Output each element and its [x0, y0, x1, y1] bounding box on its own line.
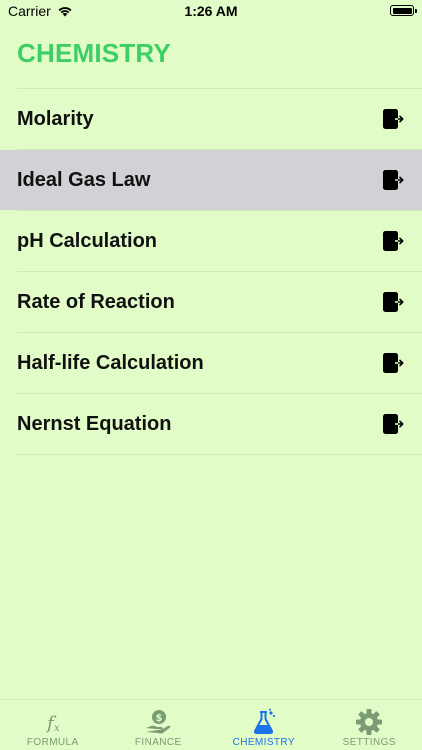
- list-item-nernst-equation[interactable]: Nernst Equation: [0, 394, 422, 454]
- list-item-rate-of-reaction[interactable]: Rate of Reaction: [0, 272, 422, 332]
- list-item-label: Half-life Calculation: [17, 351, 204, 374]
- list-separator: [17, 454, 422, 455]
- tab-label: FORMULA: [26, 737, 79, 748]
- tab-label: SETTINGS: [342, 737, 396, 748]
- list-item-label: Ideal Gas Law: [17, 168, 151, 191]
- list-item-ph-calculation[interactable]: pH Calculation: [0, 211, 422, 271]
- calculator-list: Molarity Ideal Gas Law pH Calculation Ra…: [0, 88, 422, 455]
- tab-formula[interactable]: f x FORMULA: [0, 708, 106, 748]
- open-external-icon: [383, 170, 404, 190]
- tab-label: FINANCE: [134, 737, 182, 748]
- tab-settings[interactable]: SETTINGS: [317, 708, 422, 748]
- page-title: CHEMISTRY: [17, 38, 171, 68]
- tab-label: CHEMISTRY: [232, 737, 295, 748]
- open-external-icon: [383, 231, 404, 251]
- list-item-ideal-gas-law[interactable]: Ideal Gas Law: [0, 150, 422, 210]
- tab-bar: f x FORMULA $ FINANCE CHEMISTRY SETTINGS: [0, 699, 422, 750]
- list-item-half-life-calculation[interactable]: Half-life Calculation: [0, 333, 422, 393]
- list-item-label: Molarity: [17, 107, 94, 130]
- battery-icon: [390, 5, 417, 16]
- open-external-icon: [383, 109, 404, 129]
- gear-icon: [356, 709, 383, 735]
- svg-text:$: $: [156, 713, 163, 724]
- list-item-molarity[interactable]: Molarity: [0, 89, 422, 149]
- hand-dollar-icon: $: [146, 710, 171, 734]
- list-item-label: Rate of Reaction: [17, 290, 175, 313]
- list-item-label: pH Calculation: [17, 229, 158, 252]
- tab-finance[interactable]: $ FINANCE: [106, 708, 212, 748]
- tab-chemistry[interactable]: CHEMISTRY: [211, 708, 317, 748]
- function-icon: f x: [45, 713, 60, 734]
- status-bar: Carrier 1:26 AM: [0, 0, 422, 24]
- svg-text:x: x: [54, 723, 60, 734]
- open-external-icon: [383, 353, 404, 373]
- flask-icon: [253, 708, 275, 734]
- status-time: 1:26 AM: [184, 3, 238, 19]
- list-item-label: Nernst Equation: [17, 412, 172, 435]
- open-external-icon: [383, 292, 404, 312]
- open-external-icon: [383, 414, 404, 434]
